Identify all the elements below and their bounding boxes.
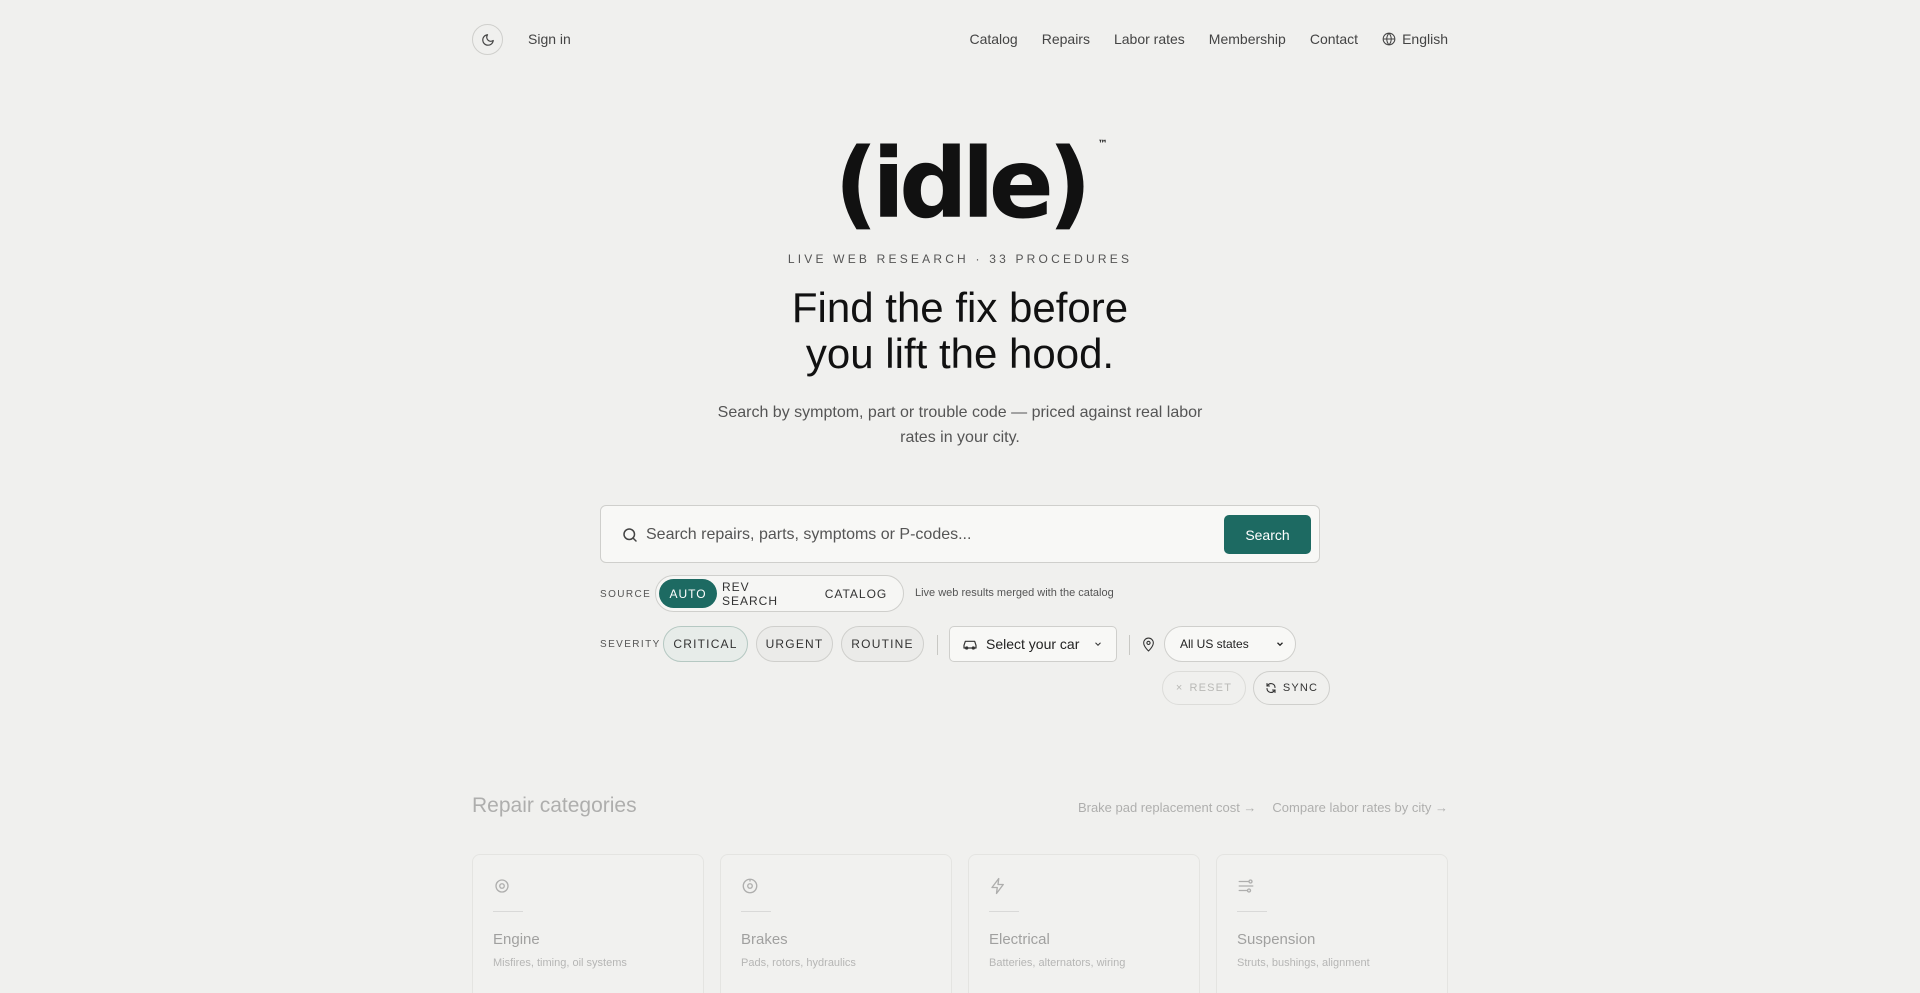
- category-desc: Batteries, alternators, wiring: [989, 957, 1126, 969]
- category-desc: Pads, rotors, hydraulics: [741, 957, 856, 969]
- nav-link-catalog[interactable]: Catalog: [969, 31, 1017, 47]
- reset-button[interactable]: × RESET: [1162, 671, 1246, 705]
- category-card-electrical[interactable]: Electrical Batteries, alternators, wirin…: [968, 854, 1200, 993]
- search-input[interactable]: [646, 520, 1206, 550]
- headline-line-1: Find the fix before: [791, 284, 1129, 331]
- globe-icon: [1382, 32, 1396, 46]
- close-icon: ×: [1175, 682, 1184, 694]
- brake-pad-cost-link[interactable]: Brake pad replacement cost →: [1078, 800, 1256, 815]
- divider: [937, 635, 938, 655]
- eyebrow-text: LIVE WEB RESEARCH · 33 PROCEDURES: [787, 252, 1133, 266]
- headline-line-2: you lift the hood.: [805, 330, 1115, 377]
- severity-chip-critical[interactable]: CRITICAL: [663, 626, 748, 662]
- select-car-label: Select your car: [986, 636, 1080, 652]
- categories-title: Repair categories: [472, 794, 637, 817]
- source-description: Live web results merged with the catalog: [915, 587, 1114, 599]
- category-name: Suspension: [1237, 931, 1316, 948]
- sync-label: SYNC: [1282, 682, 1319, 694]
- category-card-suspension[interactable]: Suspension Struts, bushings, alignment: [1216, 854, 1448, 993]
- language-selector[interactable]: English: [1382, 31, 1448, 47]
- category-name: Brakes: [741, 931, 788, 948]
- signin-link[interactable]: Sign in: [528, 31, 571, 47]
- compare-labor-rates-link[interactable]: Compare labor rates by city →: [1272, 800, 1448, 815]
- divider: [1129, 635, 1130, 655]
- state-select-value: All US states: [1180, 637, 1249, 651]
- source-row: SOURCE AUTO REV SEARCH CATALOG Live web …: [600, 575, 1320, 613]
- trademark-mark: ™: [1097, 139, 1108, 150]
- severity-row: SEVERITY CRITICAL URGENT ROUTINE Select …: [600, 626, 1320, 664]
- nav-link-membership[interactable]: Membership: [1209, 31, 1286, 47]
- language-label: English: [1402, 31, 1448, 47]
- category-desc: Struts, bushings, alignment: [1237, 957, 1370, 969]
- category-name: Electrical: [989, 931, 1050, 948]
- state-select[interactable]: All US states: [1164, 626, 1296, 662]
- moon-icon: [481, 33, 494, 46]
- car-icon: [963, 640, 977, 650]
- sync-button[interactable]: SYNC: [1253, 671, 1330, 705]
- category-name: Engine: [493, 931, 540, 948]
- top-nav: Sign in Catalog Repairs Labor rates Memb…: [472, 22, 1448, 58]
- source-option-rev-search[interactable]: REV SEARCH: [722, 579, 806, 608]
- categories-links: Brake pad replacement cost → Compare lab…: [1078, 800, 1448, 815]
- hero-subtext: Search by symptom, part or trouble code …: [717, 404, 1203, 446]
- nav-link-repairs[interactable]: Repairs: [1042, 31, 1090, 47]
- card-divider: [741, 911, 771, 912]
- search-button[interactable]: Search: [1224, 515, 1311, 554]
- source-option-catalog[interactable]: CATALOG: [816, 579, 896, 608]
- card-divider: [989, 911, 1019, 912]
- chevron-down-icon: [1095, 642, 1102, 646]
- source-label: SOURCE: [600, 589, 652, 600]
- search-icon: [623, 528, 637, 542]
- location-pin-icon: [1143, 637, 1154, 652]
- nav-links: Catalog Repairs Labor rates Membership C…: [969, 31, 1448, 47]
- source-option-auto[interactable]: AUTO: [659, 579, 717, 608]
- suspension-icon: [1238, 879, 1254, 893]
- lightning-icon: [991, 877, 1004, 895]
- severity-chip-routine[interactable]: ROUTINE: [841, 626, 924, 662]
- chevron-down-icon: [1277, 642, 1283, 647]
- logo: (idle) ™: [834, 136, 1107, 232]
- engine-icon: [495, 879, 509, 893]
- select-car-button[interactable]: Select your car: [949, 626, 1117, 662]
- source-toggle: AUTO REV SEARCH CATALOG: [655, 575, 904, 612]
- category-desc: Misfires, timing, oil systems: [493, 957, 627, 969]
- page-headline: Find the fix before you lift the hood.: [472, 285, 1448, 377]
- category-card-engine[interactable]: Engine Misfires, timing, oil systems: [472, 854, 704, 993]
- category-card-brakes[interactable]: Brakes Pads, rotors, hydraulics: [720, 854, 952, 993]
- brake-icon: [742, 878, 758, 894]
- severity-label: SEVERITY: [600, 639, 661, 650]
- severity-chip-urgent[interactable]: URGENT: [756, 626, 833, 662]
- nav-link-contact[interactable]: Contact: [1310, 31, 1358, 47]
- filter-actions: × RESET SYNC: [600, 671, 1330, 707]
- theme-toggle-button[interactable]: [472, 24, 503, 55]
- card-divider: [1237, 911, 1267, 912]
- logo-text: (idle): [834, 128, 1091, 240]
- card-divider: [493, 911, 523, 912]
- refresh-icon: [1266, 682, 1276, 694]
- nav-link-labor-rates[interactable]: Labor rates: [1114, 31, 1185, 47]
- reset-label: RESET: [1189, 682, 1233, 694]
- category-cards: Engine Misfires, timing, oil systems Bra…: [472, 854, 1448, 993]
- search-box: Search: [600, 505, 1320, 563]
- logo-container: (idle) ™: [472, 136, 1448, 232]
